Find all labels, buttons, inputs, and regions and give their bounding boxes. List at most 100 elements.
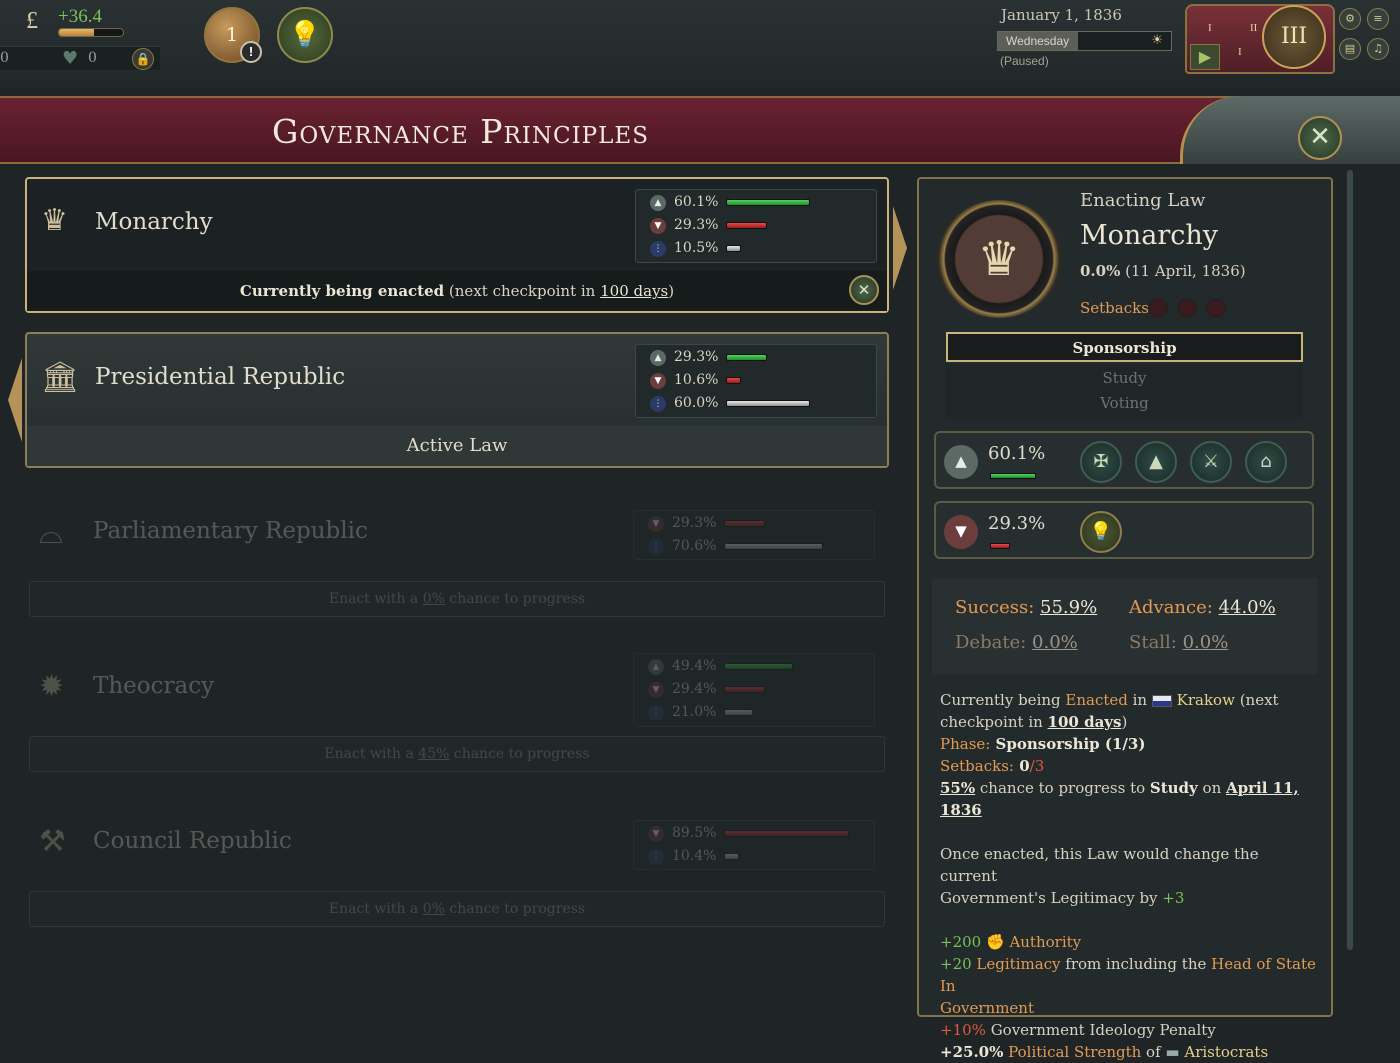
neutral-icon: ⋮ (648, 849, 664, 865)
thumbs-down-icon: ▼ (648, 516, 664, 532)
support-bar (724, 663, 794, 670)
money-balance[interactable]: +36.4 (58, 6, 102, 28)
scrollbar[interactable] (1347, 170, 1353, 950)
enact-button[interactable]: Enact with a 0% chance to progress (29, 581, 885, 617)
status-bold: Currently being enacted (239, 282, 445, 300)
stall-chance: Stall: 0.0% (1129, 632, 1228, 653)
stall-value[interactable]: 0.0% (1183, 632, 1229, 653)
detail-line: +20 Legitimacy from including the Head o… (940, 953, 1320, 997)
success-value[interactable]: 55.9% (1040, 597, 1097, 618)
law-support-stats: ▲ 29.3% ▼ 10.6% ⋮ 60.0% (635, 344, 877, 418)
speed-3[interactable]: III (1262, 5, 1326, 69)
music-icon[interactable]: ♫ (1367, 38, 1389, 60)
enact-text-end: chance to progress (444, 901, 586, 917)
neutral-value: 70.6% (672, 538, 717, 554)
enact-text-end: chance to progress (444, 591, 586, 607)
law-support-stats: ▲ 60.1% ▼ 29.3% ⋮ 10.5% (635, 189, 877, 263)
neutral-icon: ⋮ (648, 539, 664, 555)
oppose-bar (726, 222, 768, 229)
enact-text-end: chance to progress (449, 746, 590, 762)
enact-button[interactable]: Enact with a 45% chance to progress (29, 736, 885, 772)
neutral-bar (724, 543, 823, 550)
oppose-bar (726, 377, 741, 384)
lightbulb-button[interactable]: 💡 (277, 7, 333, 63)
spire-icon[interactable]: ▲ (1135, 441, 1177, 483)
play-button[interactable]: ▶ (1190, 44, 1220, 70)
menu-icon[interactable]: ≡ (1367, 8, 1389, 30)
checkpoint-days[interactable]: 100 days (600, 282, 668, 300)
thumbs-down-icon: ▼ (648, 682, 664, 698)
phase-voting[interactable]: Voting (946, 389, 1303, 419)
law-card-theocracy[interactable]: ✹ Theocracy ▲ 49.4% ▼ 29.4% ⋮ 21.0% Enact w… (25, 643, 889, 779)
diplomacy-icon[interactable]: ⚙ (1339, 8, 1361, 30)
support-bar (726, 354, 768, 361)
debate-label: Debate: (955, 632, 1027, 653)
enact-chance: 0% (422, 591, 445, 607)
support-value: 29.3% (674, 349, 719, 365)
phase-sponsorship[interactable]: Sponsorship (946, 332, 1303, 362)
speed-1[interactable]: I (1208, 22, 1212, 34)
debate-value[interactable]: 0.0% (1032, 632, 1078, 653)
detail-line: 55% chance to progress to Study on April… (940, 777, 1320, 821)
status-text: (next checkpoint in (444, 282, 601, 300)
detail-line: Currently being Enacted in Krakow (next (940, 689, 1320, 711)
detail-line: Government's Legitimacy by +3 (940, 887, 1320, 909)
enactment-progress: 0.0% (11 April, 1836) (1080, 262, 1246, 280)
t: on (1197, 779, 1226, 797)
current-date: January 1, 1836 (1001, 6, 1122, 24)
t: +20 (940, 955, 972, 973)
t: Enacted (1065, 691, 1128, 709)
t: +10% (940, 1021, 986, 1039)
speed-1b[interactable]: I (1238, 46, 1242, 58)
enact-text: Enact with a (328, 591, 423, 607)
oppose-value: 29.3% (672, 515, 717, 531)
paused-label: (Paused) (1000, 54, 1049, 68)
bulb-icon[interactable]: 💡 (1080, 511, 1122, 553)
neutral-icon: ⋮ (650, 241, 666, 257)
speed-2[interactable]: II (1250, 22, 1257, 34)
active-law-label: Active Law (27, 426, 887, 466)
law-card-presidential-republic[interactable]: 🏛 Presidential Republic ▲ 29.3% ▼ 10.6% ⋮ 6… (25, 332, 889, 468)
windmill-icon[interactable]: ✠ (1080, 441, 1122, 483)
status-end: ) (668, 282, 675, 300)
sunburst-icon: ✹ (39, 669, 65, 704)
t: in (1127, 691, 1152, 709)
church-icon[interactable]: ⌂ (1245, 441, 1287, 483)
t[interactable]: Aristocrats (1180, 1043, 1268, 1061)
ledger-icon[interactable]: ▤ (1339, 38, 1361, 60)
checkpoint-days[interactable]: 100 days (1048, 713, 1122, 731)
neutral-value: 60.0% (674, 395, 719, 411)
thumbs-up-icon: ▲ (650, 350, 666, 366)
law-card-parliamentary-republic[interactable]: ⌓ Parliamentary Republic ▼ 29.3% ⋮ 70.6% E… (25, 488, 889, 624)
alert-icon[interactable]: ! (240, 41, 262, 63)
detail-line: +25.0% Political Strength of ▬ Aristocra… (940, 1041, 1320, 1063)
t: Phase: (940, 735, 991, 753)
setback-slot (1177, 298, 1197, 318)
law-card-council-republic[interactable]: ⚒ Council Republic ▼ 89.5% ⋮ 10.4% Enact w… (25, 798, 889, 934)
t: +25.0% (940, 1043, 1004, 1061)
day-progress: Wednesday ☀ (997, 31, 1172, 51)
t[interactable]: 55% (940, 779, 975, 797)
close-button[interactable]: ✕ (1298, 116, 1342, 160)
t: 0 (1013, 757, 1030, 775)
lock-icon[interactable]: 🔒 (132, 48, 154, 70)
law-card-monarchy[interactable]: ♛ Monarchy ▲ 60.1% ▼ 29.3% ⋮ 10.5% Currentl… (25, 177, 889, 313)
debate-chance: Debate: 0.0% (955, 632, 1078, 653)
enacting-label: Enacting Law (1080, 190, 1206, 211)
columns-icon: 🏛 (41, 360, 80, 395)
stat-value-b: 0 (88, 50, 97, 66)
enact-button[interactable]: Enact with a 0% chance to progress (29, 891, 885, 927)
advance-value[interactable]: 44.0% (1219, 597, 1276, 618)
t: of (1141, 1043, 1166, 1061)
oppose-bar (990, 543, 1010, 549)
thumbs-down-icon: ▼ (944, 515, 978, 549)
t: +200 (940, 933, 982, 951)
state-name[interactable]: Krakow (1177, 691, 1235, 709)
law-name: Monarchy (95, 209, 213, 235)
t: Currently being (940, 691, 1066, 709)
swords-icon[interactable]: ⚔ (1190, 441, 1232, 483)
t: Legitimacy (971, 955, 1061, 973)
supporters-box: ▲ 60.1% ✠ ▲ ⚔ ⌂ (934, 431, 1314, 489)
cancel-enactment-button[interactable]: ✕ (849, 275, 879, 305)
